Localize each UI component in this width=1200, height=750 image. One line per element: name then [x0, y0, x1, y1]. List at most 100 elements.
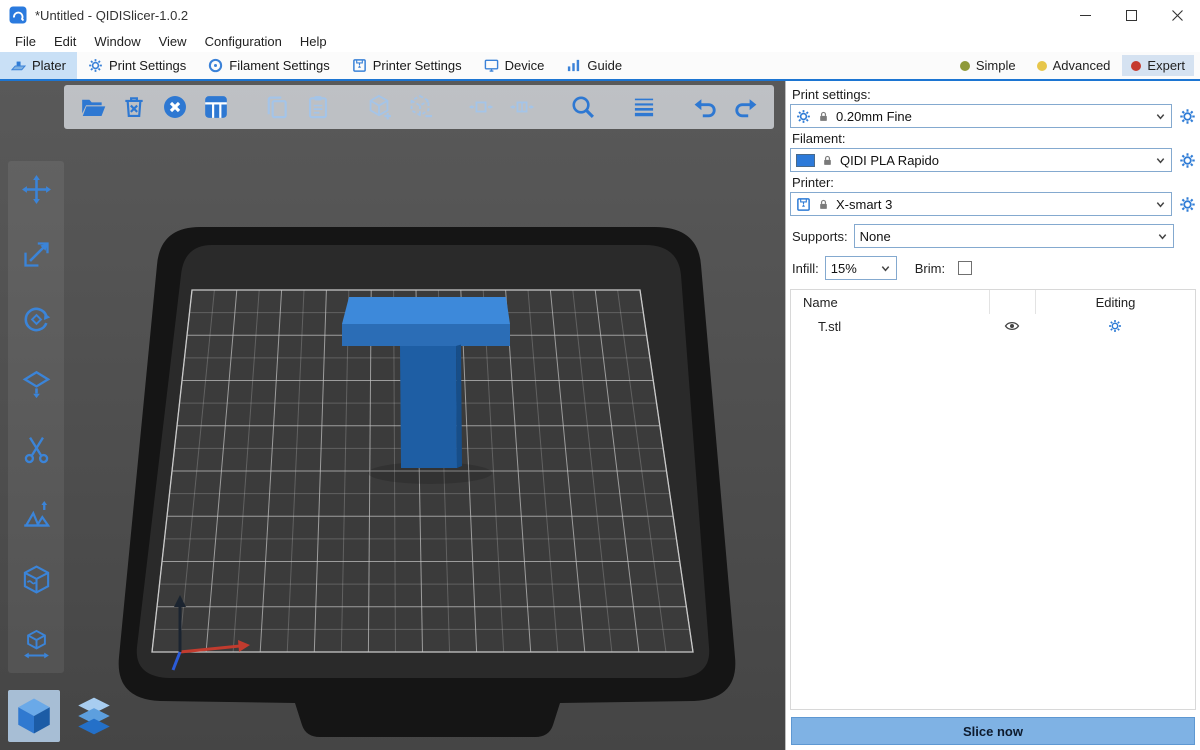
- cube-3d-icon: [13, 695, 55, 737]
- split-objects-button[interactable]: [460, 88, 501, 126]
- infill-combo[interactable]: 15%: [825, 256, 897, 280]
- infill-value: 15%: [831, 261, 857, 276]
- menu-view[interactable]: View: [150, 32, 196, 51]
- tab-guide[interactable]: Guide: [555, 52, 633, 79]
- title-bar[interactable]: *Untitled - QIDISlicer-1.0.2: [0, 0, 1200, 30]
- slice-now-label: Slice now: [963, 724, 1023, 739]
- rotate-icon: [21, 304, 52, 335]
- split-objects-icon: [468, 94, 494, 120]
- scale-tool-button[interactable]: [12, 232, 60, 277]
- delete-all-button[interactable]: [154, 88, 195, 126]
- mode-simple[interactable]: Simple: [951, 55, 1025, 76]
- place-on-face-tool-button[interactable]: [12, 362, 60, 407]
- layer-height-icon: [631, 94, 657, 120]
- menu-help[interactable]: Help: [291, 32, 336, 51]
- print-settings-label: Print settings:: [792, 87, 1194, 102]
- minimize-button[interactable]: [1062, 0, 1108, 30]
- move-icon: [21, 174, 52, 205]
- menu-window[interactable]: Window: [85, 32, 149, 51]
- advanced-mode-dot: [1037, 61, 1047, 71]
- paint-supports-tool-button[interactable]: [12, 492, 60, 537]
- print-settings-combo[interactable]: 0.20mm Fine: [790, 104, 1172, 128]
- menu-bar: File Edit Window View Configuration Help: [0, 30, 1200, 52]
- delete-button[interactable]: [113, 88, 154, 126]
- tab-print-settings[interactable]: Print Settings: [77, 52, 197, 79]
- rotate-tool-button[interactable]: [12, 297, 60, 342]
- seam-tool-button[interactable]: [12, 557, 60, 602]
- object-row-t-stl[interactable]: T.stl: [791, 314, 1195, 338]
- folder-open-icon: [80, 94, 106, 120]
- gizmo-toolbar: [8, 161, 64, 673]
- tab-label: Printer Settings: [373, 58, 462, 73]
- preview-view-button[interactable]: [68, 690, 120, 742]
- edit-settings-icon[interactable]: [1108, 319, 1122, 333]
- brim-label: Brim:: [915, 261, 945, 276]
- copy-button[interactable]: [256, 88, 297, 126]
- tab-plater[interactable]: Plater: [0, 52, 77, 79]
- mode-advanced[interactable]: Advanced: [1028, 55, 1120, 76]
- simple-mode-dot: [960, 61, 970, 71]
- filament-value: QIDI PLA Rapido: [840, 153, 939, 168]
- split-parts-button[interactable]: [501, 88, 542, 126]
- tab-device[interactable]: Device: [473, 52, 556, 79]
- chevron-down-icon: [1155, 111, 1166, 122]
- close-button[interactable]: [1154, 0, 1200, 30]
- undo-button[interactable]: [684, 88, 725, 126]
- scale-icon: [21, 239, 52, 270]
- paint-supports-icon: [21, 499, 52, 530]
- arrange-button[interactable]: [195, 88, 236, 126]
- maximize-icon: [1125, 9, 1138, 22]
- printer-label: Printer:: [792, 175, 1194, 190]
- search-button[interactable]: [562, 88, 603, 126]
- plater-toolbar: [64, 85, 774, 129]
- open-file-button[interactable]: [72, 88, 113, 126]
- add-instance-button[interactable]: [358, 88, 399, 126]
- cut-tool-button[interactable]: [12, 427, 60, 472]
- measure-tool-button[interactable]: [12, 622, 60, 667]
- column-header-name[interactable]: Name: [791, 290, 989, 314]
- variable-layer-height-button[interactable]: [623, 88, 664, 126]
- menu-edit[interactable]: Edit: [45, 32, 85, 51]
- viewport-3d-scene[interactable]: [0, 81, 785, 750]
- mode-label: Advanced: [1053, 58, 1111, 73]
- remove-instance-button[interactable]: [399, 88, 440, 126]
- column-header-visibility[interactable]: [989, 290, 1035, 314]
- guide-bars-icon: [566, 58, 581, 73]
- supports-combo[interactable]: None: [854, 224, 1174, 248]
- eye-icon[interactable]: [1004, 318, 1020, 334]
- filament-gear-button[interactable]: [1179, 152, 1196, 169]
- slice-now-button[interactable]: Slice now: [791, 717, 1195, 745]
- close-icon: [1171, 9, 1184, 22]
- filament-combo[interactable]: QIDI PLA Rapido: [790, 148, 1172, 172]
- filament-spool-icon: [208, 58, 223, 73]
- search-icon: [570, 94, 596, 120]
- menu-file[interactable]: File: [6, 32, 45, 51]
- tab-label: Guide: [587, 58, 622, 73]
- tab-printer-settings[interactable]: Printer Settings: [341, 52, 473, 79]
- paste-icon: [305, 94, 331, 120]
- tab-label: Print Settings: [109, 58, 186, 73]
- tab-label: Device: [505, 58, 545, 73]
- printer-gear-button[interactable]: [1179, 196, 1196, 213]
- object-list-header: Name Editing: [791, 290, 1195, 314]
- supports-label: Supports:: [792, 229, 848, 244]
- plater-icon: [11, 58, 26, 73]
- mode-expert[interactable]: Expert: [1122, 55, 1194, 76]
- printer-icon: [796, 197, 811, 212]
- qidislicer-window: *Untitled - QIDISlicer-1.0.2 File Edit W…: [0, 0, 1200, 750]
- brim-checkbox[interactable]: [958, 261, 972, 275]
- printer-combo[interactable]: X-smart 3: [790, 192, 1172, 216]
- print-settings-icon: [88, 58, 103, 73]
- tab-filament-settings[interactable]: Filament Settings: [197, 52, 340, 79]
- view-switcher: [8, 690, 120, 742]
- editor-view-button[interactable]: [8, 690, 60, 742]
- paste-button[interactable]: [297, 88, 338, 126]
- maximize-button[interactable]: [1108, 0, 1154, 30]
- redo-button[interactable]: [725, 88, 766, 126]
- menu-configuration[interactable]: Configuration: [196, 32, 291, 51]
- app-logo-icon: [9, 6, 27, 24]
- move-tool-button[interactable]: [12, 167, 60, 212]
- print-settings-gear-button[interactable]: [1179, 108, 1196, 125]
- delete-all-icon: [162, 94, 188, 120]
- column-header-editing[interactable]: Editing: [1035, 290, 1195, 314]
